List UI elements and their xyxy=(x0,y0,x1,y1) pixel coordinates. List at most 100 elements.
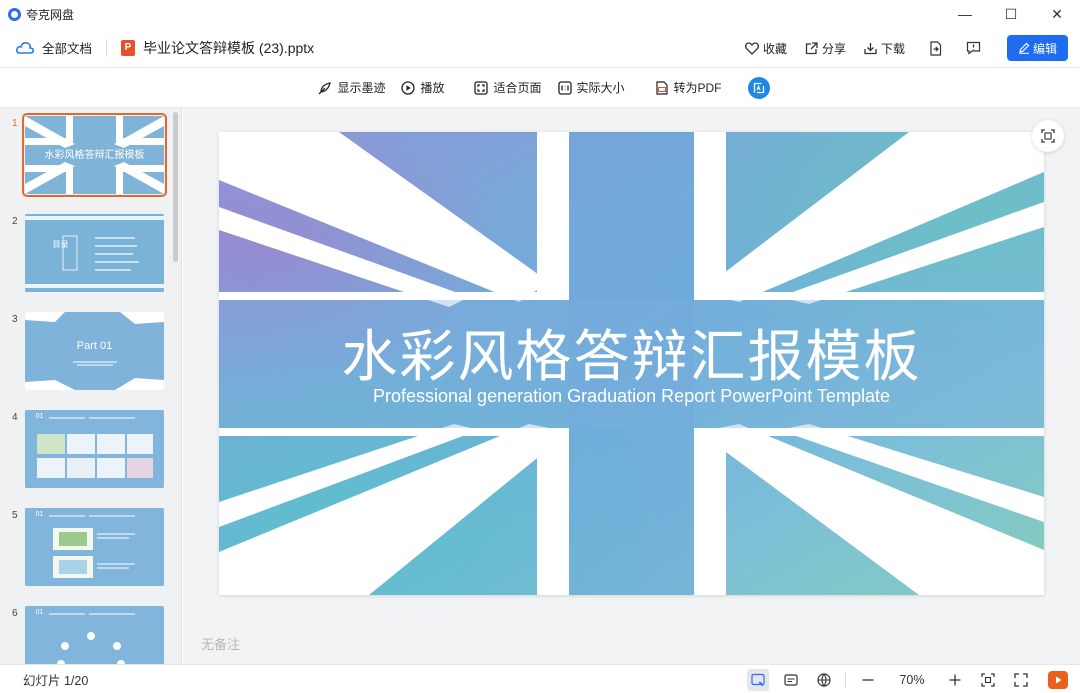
thumbnail-title: 01 xyxy=(35,511,44,518)
status-bar: 幻灯片 1/20 70% xyxy=(0,664,1080,693)
favorite-button[interactable]: 收藏 xyxy=(744,40,787,57)
thumbnail-item[interactable]: 5 01 xyxy=(0,508,180,590)
window-controls: — ☐ ✕ xyxy=(942,0,1080,28)
pdf-icon xyxy=(655,80,668,95)
favorite-label: 收藏 xyxy=(762,41,787,56)
thumbnail-number: 4 xyxy=(12,412,18,423)
thumbnail-title: 目录 xyxy=(52,240,69,249)
fit-page-button[interactable]: 适合页面 xyxy=(474,79,542,96)
thumbnail-item[interactable]: 3 Part 01 xyxy=(0,312,180,394)
fit-page-icon xyxy=(474,80,489,95)
fit-page-label: 适合页面 xyxy=(493,81,542,95)
share-label: 分享 xyxy=(821,41,846,56)
zoom-out-button[interactable] xyxy=(857,669,879,691)
slide-title: 水彩风格答辩汇报模板 xyxy=(341,325,922,390)
scan-document-icon xyxy=(1041,129,1055,143)
minimize-button[interactable]: — xyxy=(942,0,988,28)
maximize-button[interactable]: ☐ xyxy=(988,0,1034,28)
app-title: 夸克网盘 xyxy=(26,7,75,22)
slide-thumbnail[interactable]: 01 xyxy=(25,606,164,664)
slide-subtitle: Professional generation Graduation Repor… xyxy=(373,386,890,406)
fit-window-button[interactable] xyxy=(977,669,999,691)
pptx-file-icon: P xyxy=(121,39,136,56)
download-button[interactable]: 下载 xyxy=(864,40,905,57)
file-save-icon xyxy=(929,40,941,56)
notes-icon xyxy=(784,673,798,686)
share-button[interactable]: 分享 xyxy=(805,40,846,57)
title-bar: 夸克网盘 — ☐ ✕ xyxy=(0,0,1080,28)
play-circle-icon xyxy=(401,80,416,95)
slide-thumbnail[interactable]: 01 xyxy=(25,410,164,488)
close-button[interactable]: ✕ xyxy=(1034,0,1080,28)
header-divider xyxy=(106,38,108,57)
pencil-icon xyxy=(1018,42,1030,54)
play-label: 播放 xyxy=(420,81,445,95)
floating-tool-button[interactable] xyxy=(1032,120,1064,152)
thumbnail-number: 1 xyxy=(12,118,18,129)
thumbnail-item[interactable]: 6 01 xyxy=(0,606,180,664)
download-label: 下载 xyxy=(880,41,905,56)
slide-notes: 无备注 xyxy=(201,637,241,652)
plus-icon xyxy=(949,674,961,685)
cloud-icon xyxy=(16,41,34,54)
normal-view-button[interactable] xyxy=(747,668,769,691)
notes-view-button[interactable] xyxy=(780,669,802,691)
show-ink-label: 显示墨迹 xyxy=(337,81,386,95)
thumbnail-title: 01 xyxy=(35,609,44,616)
slide-preview-area: 水彩风格答辩汇报模板 Professional generation Gradu… xyxy=(183,108,1080,664)
thumbnail-artwork xyxy=(25,214,164,292)
thumbnail-item[interactable]: 1 水彩风格答辩汇报模板 xyxy=(0,113,180,198)
edit-button[interactable]: 编辑 xyxy=(1007,35,1068,61)
show-ink-button[interactable]: 显示墨迹 xyxy=(318,79,385,96)
thumbnail-number: 5 xyxy=(12,510,18,521)
feedback-icon xyxy=(966,41,980,55)
edit-label: 编辑 xyxy=(1032,41,1057,56)
minus-icon xyxy=(862,678,874,681)
file-name: 毕业论文答辩模板 (23).pptx xyxy=(143,39,315,56)
play-button[interactable]: 播放 xyxy=(401,79,444,96)
actual-size-icon xyxy=(557,80,572,95)
document-header: 全部文档 P 毕业论文答辩模板 (23).pptx 收藏 分享 下载 编辑 xyxy=(0,28,1080,68)
slide-counter: 幻灯片 1/20 xyxy=(23,673,89,688)
thumbnail-number: 3 xyxy=(12,314,18,325)
feather-icon xyxy=(318,81,332,94)
slide-thumbnail[interactable]: 01 xyxy=(25,508,164,586)
ai-assistant-button[interactable] xyxy=(747,76,770,99)
slide-thumbnail-panel: 1 水彩风格答辩汇报模板 2 目录 3 Part 01 4 01 5 01 6 … xyxy=(0,108,182,664)
language-button[interactable] xyxy=(813,669,835,691)
zoom-level[interactable]: 70% xyxy=(897,673,927,687)
focus-icon xyxy=(981,672,995,687)
feedback-button[interactable] xyxy=(965,40,981,56)
all-documents-link[interactable]: 全部文档 xyxy=(42,38,92,57)
thumbnail-artwork xyxy=(25,508,164,586)
slide-thumbnail[interactable]: Part 01 xyxy=(25,312,164,390)
ai-icon xyxy=(753,82,764,93)
thumbnail-item[interactable]: 4 01 xyxy=(0,410,180,492)
save-to-cloud-button[interactable] xyxy=(927,40,943,56)
thumbnail-title: 水彩风格答辩汇报模板 xyxy=(44,150,145,161)
fullscreen-button[interactable] xyxy=(1010,669,1032,691)
thumbnail-title: Part 01 xyxy=(76,340,113,352)
thumbnail-number: 6 xyxy=(12,608,18,619)
slide-thumbnail[interactable]: 水彩风格答辩汇报模板 xyxy=(22,113,167,197)
download-icon xyxy=(864,42,877,54)
play-icon xyxy=(1056,676,1062,683)
slideshow-play-button[interactable] xyxy=(1048,670,1068,689)
fullscreen-icon xyxy=(1014,672,1028,687)
status-divider xyxy=(845,671,846,688)
convert-pdf-label: 转为PDF xyxy=(673,81,722,95)
convert-pdf-button[interactable]: 转为PDF xyxy=(655,79,722,96)
actual-size-label: 实际大小 xyxy=(576,81,625,95)
thumbnail-title: 01 xyxy=(35,413,44,420)
quark-logo-icon xyxy=(8,7,21,21)
zoom-in-button[interactable] xyxy=(944,669,966,691)
viewer-toolbar: 显示墨迹 播放 适合页面 实际大小 转为PDF xyxy=(0,68,1080,108)
slide-thumbnail[interactable]: 目录 xyxy=(25,214,164,292)
thumbnail-number: 2 xyxy=(12,216,18,227)
share-icon xyxy=(805,41,818,54)
thumbnail-artwork xyxy=(25,410,164,488)
actual-size-button[interactable]: 实际大小 xyxy=(557,79,625,96)
thumbnail-item[interactable]: 2 目录 xyxy=(0,214,180,296)
current-slide: 水彩风格答辩汇报模板 Professional generation Gradu… xyxy=(219,132,1044,595)
globe-icon xyxy=(817,672,831,687)
